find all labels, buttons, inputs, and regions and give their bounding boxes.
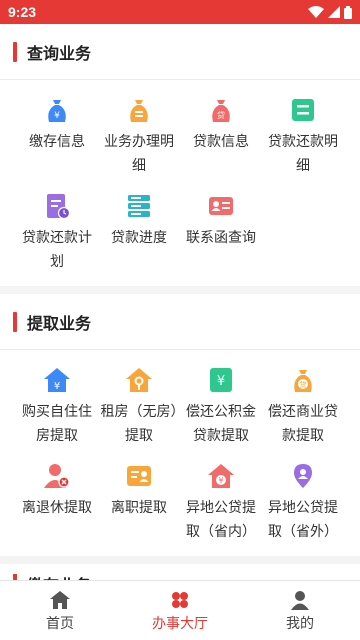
tab-home[interactable]: 首页 xyxy=(0,581,120,640)
loan-bag-icon: 贷 xyxy=(207,96,235,124)
section-title: 提取业务 xyxy=(27,313,92,333)
item-label: 异地公贷提取（省内） xyxy=(186,500,256,540)
item-label: 租房（无房）提取 xyxy=(100,404,178,444)
item-label: 偿还商业贷款提取 xyxy=(268,404,338,444)
resign-card-icon xyxy=(125,462,153,490)
item-retire-withdrawal[interactable]: 离退休提取 xyxy=(16,456,98,548)
section-accent-bar xyxy=(13,311,17,332)
retire-user-icon xyxy=(43,462,71,490)
svg-text:贷: 贷 xyxy=(300,380,307,389)
clover-icon xyxy=(172,591,188,608)
tab-label: 我的 xyxy=(286,615,314,632)
deposit-section-peek: 缴存业务 xyxy=(0,564,360,580)
item-label: 偿还公积金贷款提取 xyxy=(186,404,256,444)
house-yen-red-icon: ¥ xyxy=(207,462,235,490)
svg-text:¥: ¥ xyxy=(218,476,223,485)
repayment-list-icon xyxy=(289,96,317,124)
bottom-tab-bar: 首页 办事大厅 我的 xyxy=(0,580,360,640)
wifi-icon xyxy=(308,6,324,18)
tab-label: 办事大厅 xyxy=(152,615,208,632)
item-label: 贷款信息 xyxy=(193,134,249,150)
item-label: 贷款还款明细 xyxy=(268,134,338,174)
item-loan-progress[interactable]: 贷款进度 xyxy=(98,186,180,278)
user-icon xyxy=(291,590,309,610)
battery-icon xyxy=(344,5,352,19)
item-remote-loan-out-province[interactable]: 异地公贷提取（省外） xyxy=(262,456,344,548)
section-title: 缴存业务 xyxy=(27,572,91,580)
item-contact-letter[interactable]: 联系函查询 xyxy=(180,186,262,278)
item-loan-info[interactable]: 贷 贷款信息 xyxy=(180,90,262,182)
item-label: 贷款进度 xyxy=(111,230,167,246)
status-bar: 9:23 xyxy=(0,0,360,24)
item-label: 业务办理明细 xyxy=(104,134,174,174)
query-grid: ¥ 缴存信息 业务办理明细 贷 贷款信息 贷款还款明细 贷款还款计划 贷款进度 … xyxy=(0,80,360,286)
item-label: 联系函查询 xyxy=(186,230,256,246)
item-buy-house-withdrawal[interactable]: ¥ 购买自住住房提取 xyxy=(16,360,98,452)
item-repayment-plan[interactable]: 贷款还款计划 xyxy=(16,186,98,278)
item-deposit-info[interactable]: ¥ 缴存信息 xyxy=(16,90,98,182)
withdrawal-section: 提取业务 ¥ 购买自住住房提取 租房（无房）提取 ¥ 偿还公积金贷款提取 贷 偿… xyxy=(0,294,360,556)
section-header: 查询业务 xyxy=(0,24,360,80)
svg-text:¥: ¥ xyxy=(54,111,60,121)
tab-mine[interactable]: 我的 xyxy=(240,581,360,640)
document-clock-icon xyxy=(43,192,71,220)
item-business-detail[interactable]: 业务办理明细 xyxy=(98,90,180,182)
tab-service-hall[interactable]: 办事大厅 xyxy=(120,581,240,640)
service-hall-content[interactable]: 查询业务 ¥ 缴存信息 业务办理明细 贷 贷款信息 贷款还款明细 贷款还款计划 … xyxy=(0,24,360,580)
fund-repay-icon: ¥ xyxy=(207,366,235,394)
item-commercial-loan-withdrawal[interactable]: 贷 偿还商业贷款提取 xyxy=(262,360,344,452)
svg-text:¥: ¥ xyxy=(217,374,225,389)
withdrawal-grid: ¥ 购买自住住房提取 租房（无房）提取 ¥ 偿还公积金贷款提取 贷 偿还商业贷款… xyxy=(0,350,360,556)
status-time: 9:23 xyxy=(8,4,37,20)
rent-house-key-icon xyxy=(125,366,153,394)
svg-text:¥: ¥ xyxy=(54,381,60,392)
money-bag-yen-icon: ¥ xyxy=(43,96,71,124)
item-label: 缴存信息 xyxy=(29,134,85,150)
commercial-loan-bag-icon: 贷 xyxy=(289,366,317,394)
svg-text:贷: 贷 xyxy=(217,110,225,120)
item-label: 离退休提取 xyxy=(22,500,92,516)
query-section: 查询业务 ¥ 缴存信息 业务办理明细 贷 贷款信息 贷款还款明细 贷款还款计划 … xyxy=(0,24,360,286)
item-fund-loan-withdrawal[interactable]: ¥ 偿还公积金贷款提取 xyxy=(180,360,262,452)
item-repayment-detail[interactable]: 贷款还款明细 xyxy=(262,90,344,182)
house-yen-icon: ¥ xyxy=(43,366,71,394)
system-icons xyxy=(308,5,352,19)
item-label: 购买自住住房提取 xyxy=(22,404,92,444)
money-bag-orange-icon xyxy=(125,96,153,124)
tab-label: 首页 xyxy=(46,615,74,632)
item-label: 贷款还款计划 xyxy=(22,230,92,270)
item-label: 离职提取 xyxy=(111,500,167,516)
home-icon xyxy=(50,590,70,609)
section-header: 提取业务 xyxy=(0,294,360,350)
contact-card-icon xyxy=(207,192,235,220)
item-resign-withdrawal[interactable]: 离职提取 xyxy=(98,456,180,548)
section-title: 查询业务 xyxy=(27,43,92,63)
progress-list-icon xyxy=(125,192,153,220)
signal-icon xyxy=(328,6,340,18)
item-remote-loan-in-province[interactable]: ¥ 异地公贷提取（省内） xyxy=(180,456,262,548)
location-user-icon xyxy=(289,462,317,490)
item-label: 异地公贷提取（省外） xyxy=(268,500,338,540)
item-rent-withdrawal[interactable]: 租房（无房）提取 xyxy=(98,360,180,452)
section-accent-bar xyxy=(13,41,17,62)
